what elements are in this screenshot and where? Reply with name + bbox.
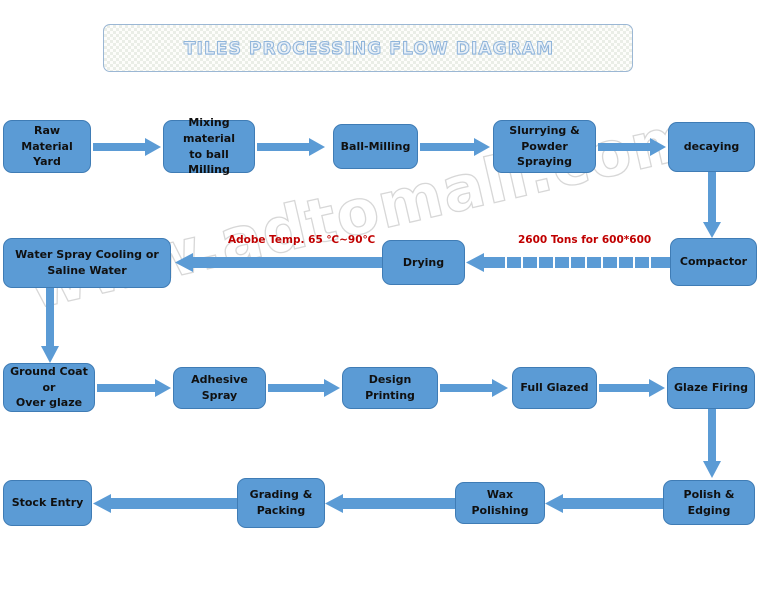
arrow-waterspray-to-groundcoat xyxy=(41,286,59,364)
node-ground-coat[interactable]: Ground Coat or Over glaze xyxy=(3,363,95,412)
arrow-designprinting-to-fullglazed xyxy=(440,379,510,397)
arrow-groundcoat-to-adhesive xyxy=(97,379,173,397)
arrow-ballmilling-to-slurrying xyxy=(420,138,492,156)
flow-diagram-canvas: TILES PROCESSING FLOW DIAGRAM www.adtoma… xyxy=(0,0,760,600)
node-decaying[interactable]: decaying xyxy=(668,122,755,172)
arrow-decaying-to-compactor xyxy=(703,172,721,240)
arrow-gradingpacking-to-stockentry xyxy=(93,494,239,513)
node-stock-entry[interactable]: Stock Entry xyxy=(3,480,92,526)
arrow-raw-to-mixing xyxy=(93,138,163,156)
node-mixing-material[interactable]: Mixing material to ball Milling xyxy=(163,116,255,176)
node-drying[interactable]: Drying xyxy=(382,240,465,285)
node-full-glazed[interactable]: Full Glazed xyxy=(512,367,597,409)
annotation-compactor-tonnage: 2600 Tons for 600*600 xyxy=(518,234,652,246)
arrow-fullglazed-to-glazefiring xyxy=(599,379,667,397)
arrow-slurrying-to-decaying xyxy=(598,138,668,156)
arrow-drying-to-waterspray xyxy=(175,253,383,272)
node-glaze-firing[interactable]: Glaze Firing xyxy=(667,367,755,409)
node-raw-material-yard[interactable]: Raw Material Yard xyxy=(3,120,91,173)
arrow-waxpolishing-to-gradingpacking xyxy=(325,494,457,513)
annotation-adobe-temp: Adobe Temp. 65 ℃~90℃ xyxy=(228,234,376,246)
arrow-adhesive-to-designprinting xyxy=(268,379,342,397)
node-slurrying-powder-spraying[interactable]: Slurrying & Powder Spraying xyxy=(493,120,596,173)
node-water-spray-cooling[interactable]: Water Spray Cooling or Saline Water xyxy=(3,238,171,288)
node-compactor[interactable]: Compactor xyxy=(670,238,757,286)
page-title: TILES PROCESSING FLOW DIAGRAM xyxy=(183,39,555,60)
title-banner: TILES PROCESSING FLOW DIAGRAM xyxy=(103,24,633,72)
node-adhesive-spray[interactable]: Adhesive Spray xyxy=(173,367,266,409)
node-ball-milling[interactable]: Ball-Milling xyxy=(333,124,418,169)
node-wax-polishing[interactable]: Wax Polishing xyxy=(455,482,545,524)
arrow-polishedging-to-waxpolishing xyxy=(545,494,665,513)
node-polish-edging[interactable]: Polish & Edging xyxy=(663,480,755,525)
node-design-printing[interactable]: Design Printing xyxy=(342,367,438,409)
node-grading-packing[interactable]: Grading & Packing xyxy=(237,478,325,528)
arrow-mixing-to-ballmilling xyxy=(257,138,327,156)
arrow-compactor-to-drying xyxy=(466,253,672,272)
arrow-glazefiring-to-polishedging xyxy=(703,409,721,479)
